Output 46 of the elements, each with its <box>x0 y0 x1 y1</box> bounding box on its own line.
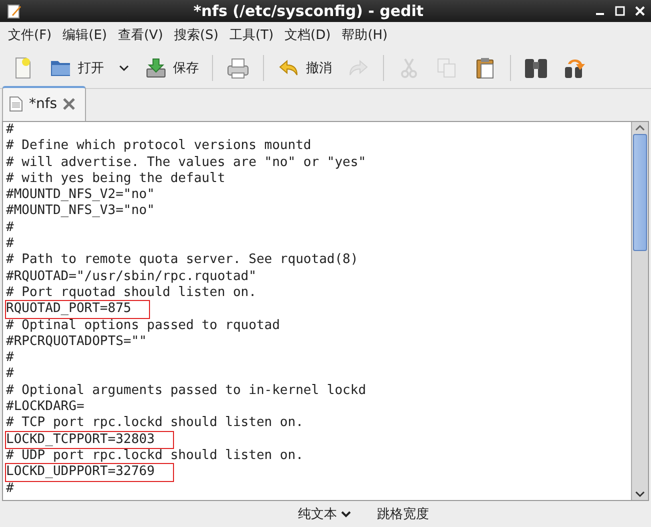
code-line: # <box>6 350 15 366</box>
code-line: #MOUNTD_NFS_V2="no" <box>6 187 156 204</box>
code-line: # Define which protocol versions mountd <box>6 138 312 155</box>
tab-width-dropdown[interactable]: 跳格宽度 <box>377 505 429 523</box>
language-dropdown[interactable]: 纯文本 <box>298 505 351 523</box>
code-line: # will advertise. The values are "no" or "yes" <box>6 154 368 171</box>
save-icon <box>144 56 168 80</box>
code-line: # Optinal options passed to rquotad <box>6 318 281 334</box>
menu-item[interactable]: 搜索(S) <box>170 26 226 44</box>
code-line: LOCKD_UDPPORT=32769 <box>6 464 173 481</box>
notepad-icon <box>6 3 22 19</box>
tab-label: *nfs <box>29 96 58 112</box>
toolbar-button[interactable]: 打开 <box>44 52 109 82</box>
code-line: # Path to remote quota server. See rquotad(8) <box>6 252 360 269</box>
menu-item[interactable]: 文档(D) <box>280 26 338 44</box>
code-line: # <box>6 220 15 236</box>
toolbar-button[interactable]: 保存 <box>139 52 204 82</box>
code-line: RQUOTAD_PORT=875 <box>6 301 150 318</box>
code-line: # Port rquotad should listen on. <box>6 284 258 302</box>
code-line: LOCKD_TCPPORT=32803 <box>6 432 173 448</box>
menu-item[interactable]: 查看(V) <box>114 26 170 44</box>
maximize-icon[interactable] <box>615 6 625 16</box>
menu-item[interactable]: 文件(F) <box>4 26 59 44</box>
scrollbar[interactable] <box>631 122 648 500</box>
code-line: # <box>6 122 15 138</box>
menu-item[interactable]: 帮助(H) <box>338 26 395 44</box>
code-line: #LOCKDARG= <box>6 399 86 416</box>
code-line: # with yes being the default <box>6 170 226 188</box>
code-line: #RQUOTAD="/usr/sbin/rpc.rquotad" <box>6 268 258 285</box>
menu-item[interactable]: 工具(T) <box>225 26 281 44</box>
scrollbar-thumb[interactable] <box>633 134 647 251</box>
caret-icon <box>341 510 351 518</box>
window-title: *nfs (/etc/sysconfig) - gedit <box>192 2 425 20</box>
code-line: # TCP port rpc.lockd should listen on. <box>6 415 304 432</box>
toolbar-button[interactable]: 撤消 <box>272 52 337 82</box>
code-line: # <box>6 236 15 252</box>
code-line: # Optional arguments passed to in-kernel lockd <box>6 382 368 400</box>
code-line: #MOUNTD_NFS_V3="no" <box>6 203 156 220</box>
code-line: # UDP port rpc.lockd should listen on. <box>6 448 304 464</box>
menu-item[interactable]: 编辑(E) <box>58 26 114 44</box>
document-icon <box>9 96 23 112</box>
code-line: # <box>6 366 15 383</box>
printer-icon <box>226 56 250 80</box>
code-line: #RPCRQUOTADOPTS="" <box>6 334 148 350</box>
document-tab[interactable]: *nfs <box>2 86 86 121</box>
code-line: # <box>6 480 15 497</box>
